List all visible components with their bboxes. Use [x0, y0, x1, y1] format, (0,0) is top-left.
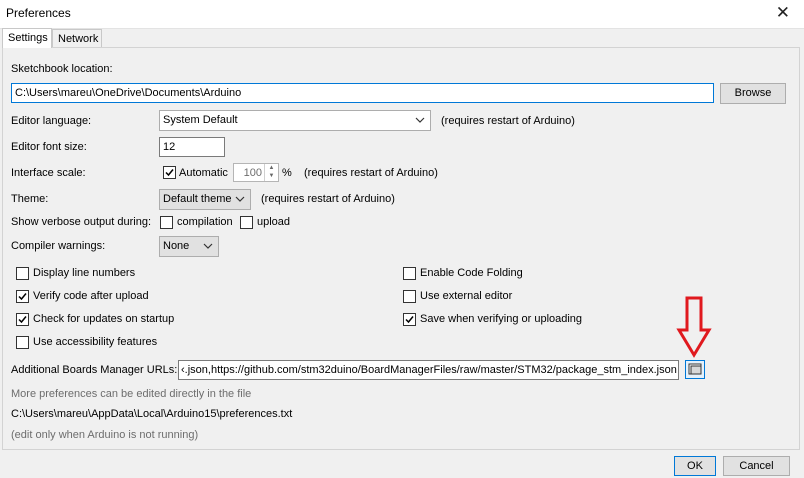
interface-scale-value: 100	[243, 167, 262, 179]
compilation-checkbox[interactable]	[160, 216, 173, 229]
check-updates-checkbox[interactable]	[16, 313, 29, 326]
window-title: Preferences	[6, 6, 71, 20]
editor-language-label: Editor language:	[11, 115, 92, 127]
external-editor-checkbox[interactable]	[403, 290, 416, 303]
verify-after-upload-label: Verify code after upload	[33, 290, 149, 302]
open-urls-editor-button[interactable]	[685, 360, 705, 379]
display-line-numbers-label: Display line numbers	[33, 267, 136, 279]
font-size-input[interactable]: 12	[159, 137, 225, 157]
close-icon[interactable]: ✕	[776, 3, 790, 23]
chevron-down-icon	[415, 117, 425, 123]
edit-only-note: (edit only when Arduino is not running)	[11, 429, 199, 441]
compiler-warnings-value: None	[163, 240, 190, 252]
theme-label: Theme:	[11, 193, 49, 205]
spinner-arrows-icon: ▲ ▼	[264, 164, 278, 181]
theme-select[interactable]: Default theme	[159, 189, 251, 210]
compiler-warnings-select[interactable]: None	[159, 236, 219, 257]
editor-language-value: System Default	[163, 114, 238, 126]
annotation-arrow-icon	[676, 296, 712, 358]
editor-language-note: (requires restart of Arduino)	[441, 115, 575, 127]
sketchbook-label: Sketchbook location:	[11, 63, 113, 75]
title-bar	[0, 0, 804, 29]
cancel-button[interactable]: Cancel	[723, 456, 790, 476]
chevron-down-icon	[235, 196, 245, 202]
browse-button[interactable]: Browse	[720, 83, 786, 104]
automatic-label: Automatic	[179, 167, 228, 179]
save-when-verifying-label: Save when verifying or uploading	[420, 313, 583, 325]
external-editor-label: Use external editor	[420, 290, 513, 302]
upload-label: upload	[257, 216, 291, 228]
verify-after-upload-checkbox[interactable]	[16, 290, 29, 303]
check-updates-label: Check for updates on startup	[33, 313, 175, 325]
boards-manager-label: Additional Boards Manager URLs:	[11, 364, 178, 376]
code-folding-label: Enable Code Folding	[420, 267, 523, 279]
accessibility-label: Use accessibility features	[33, 336, 158, 348]
interface-scale-spinner: 100 ▲ ▼	[233, 163, 279, 182]
compilation-label: compilation	[177, 216, 233, 228]
check-icon	[18, 316, 27, 324]
sketchbook-path-input[interactable]: C:\Users\mareu\OneDrive\Documents\Arduin…	[11, 83, 714, 103]
accessibility-checkbox[interactable]	[16, 336, 29, 349]
check-icon	[165, 169, 174, 177]
more-preferences-note: More preferences can be edited directly …	[11, 388, 252, 400]
theme-value: Default theme	[163, 193, 232, 205]
check-icon	[18, 293, 27, 301]
preferences-file-path[interactable]: C:\Users\mareu\AppData\Local\Arduino15\p…	[11, 408, 292, 420]
interface-scale-note: (requires restart of Arduino)	[304, 167, 438, 179]
theme-note: (requires restart of Arduino)	[261, 193, 395, 205]
percent-label: %	[282, 167, 292, 179]
compiler-warnings-label: Compiler warnings:	[11, 240, 106, 252]
save-when-verifying-checkbox[interactable]	[403, 313, 416, 326]
tab-network[interactable]: Network	[52, 29, 102, 47]
display-line-numbers-checkbox[interactable]	[16, 267, 29, 280]
upload-checkbox[interactable]	[240, 216, 253, 229]
automatic-checkbox[interactable]	[163, 166, 176, 179]
ok-button[interactable]: OK	[674, 456, 716, 476]
code-folding-checkbox[interactable]	[403, 267, 416, 280]
editor-language-select[interactable]: System Default	[159, 110, 431, 131]
chevron-down-icon	[203, 243, 213, 249]
tab-settings[interactable]: Settings	[2, 28, 52, 48]
interface-scale-label: Interface scale:	[11, 167, 86, 179]
font-size-label: Editor font size:	[11, 141, 87, 153]
verbose-label: Show verbose output during:	[11, 216, 152, 228]
boards-manager-urls-input[interactable]: ‹.json,https://github.com/stm32duino/Boa…	[178, 360, 679, 380]
check-icon	[405, 316, 414, 324]
window-list-icon	[688, 363, 702, 375]
